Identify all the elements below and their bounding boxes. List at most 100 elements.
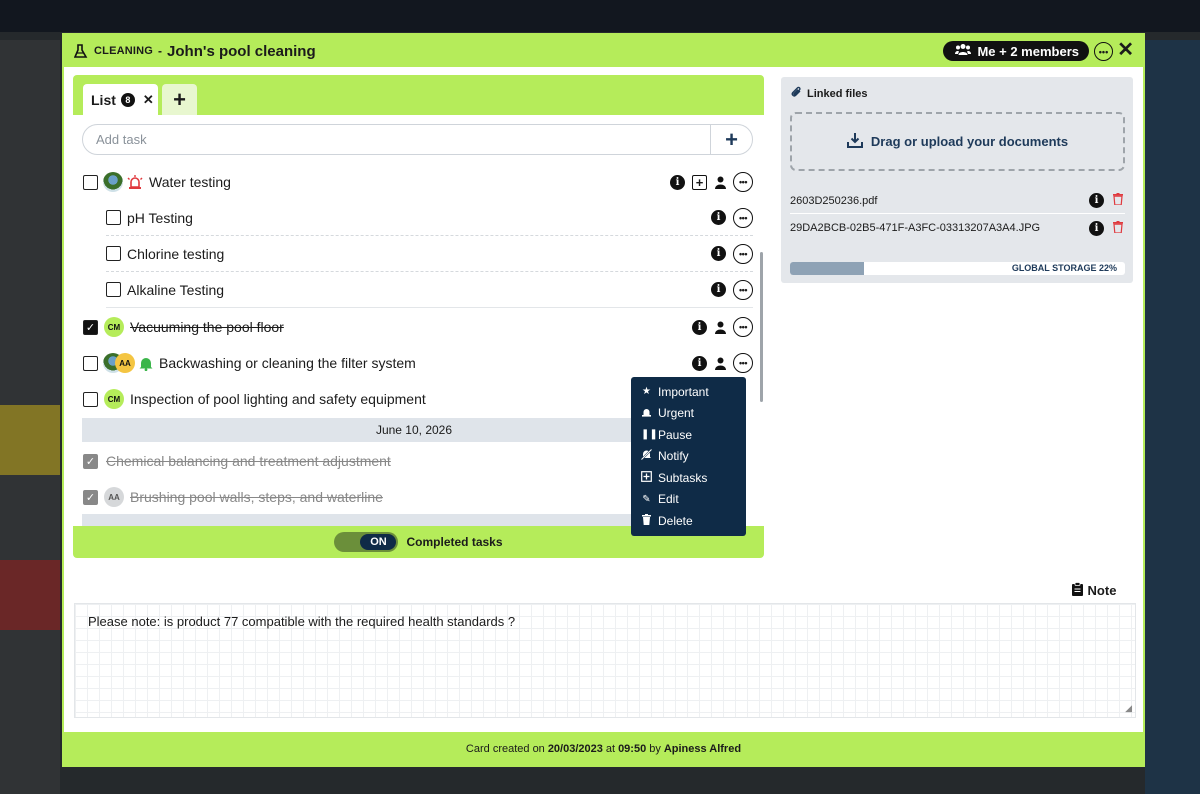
avatar[interactable] — [103, 172, 123, 192]
info-icon[interactable]: i — [711, 246, 726, 261]
completed-tasks-label: Completed tasks — [406, 535, 503, 549]
subtask-checkbox[interactable] — [106, 246, 121, 261]
tab-close-icon[interactable]: ✕ — [143, 92, 154, 108]
task-more-icon[interactable]: ••• — [733, 279, 753, 300]
storage-label: GLOBAL STORAGE 22% — [1011, 263, 1117, 273]
task-checkbox[interactable] — [83, 391, 98, 407]
task-label[interactable]: Water testing — [149, 174, 231, 190]
task-label[interactable]: Backwashing or cleaning the filter syste… — [159, 355, 416, 371]
note-content: Please note: is product 77 compatible wi… — [88, 614, 516, 629]
global-storage-bar: GLOBAL STORAGE 22% — [790, 262, 1125, 275]
subtask-row: Alkaline Testing i ••• — [106, 272, 753, 308]
info-icon[interactable]: i — [1089, 193, 1104, 208]
menu-item-notify[interactable]: Notify — [631, 446, 746, 468]
card-title[interactable]: John's pool cleaning — [167, 43, 316, 60]
members-button[interactable]: Me + 2 members — [943, 41, 1089, 61]
linked-files-title: Linked files — [790, 86, 868, 102]
menu-item-edit[interactable]: ✎ Edit — [631, 489, 746, 511]
footer-date: 20/03/2023 — [547, 742, 603, 755]
avatar[interactable]: AA — [115, 353, 135, 373]
footer-by: by — [649, 742, 661, 755]
members-label: Me + 2 members — [977, 43, 1079, 59]
pause-icon: ❚❚ — [641, 429, 658, 441]
star-icon: ★ — [642, 386, 651, 398]
task-checkbox[interactable] — [83, 355, 98, 371]
resize-handle-icon[interactable]: ◢ — [1125, 703, 1132, 714]
task-checkbox[interactable]: ✓ — [83, 319, 98, 335]
add-list-button[interactable]: + — [162, 84, 197, 115]
add-task-button[interactable]: + — [710, 125, 752, 154]
subtasks-icon[interactable]: + — [692, 174, 707, 190]
info-icon[interactable]: i — [692, 319, 707, 335]
task-more-icon[interactable]: ••• — [733, 172, 753, 192]
file-name[interactable]: 2603D250236.pdf — [790, 195, 877, 207]
subtask-row: Chlorine testing i ••• — [106, 236, 753, 272]
avatar[interactable]: AA — [104, 487, 124, 507]
task-list-scrollbar[interactable] — [760, 252, 763, 402]
menu-item-urgent[interactable]: Urgent — [631, 403, 746, 425]
task-more-icon[interactable]: ••• — [733, 207, 753, 228]
upload-dropzone[interactable]: Drag or upload your documents — [790, 112, 1125, 171]
info-icon[interactable]: i — [692, 355, 707, 371]
file-row: 2603D250236.pdf i — [790, 188, 1125, 214]
tab-list[interactable]: List 8 ✕ — [83, 84, 158, 115]
menu-item-important[interactable]: ★ Important — [631, 381, 746, 403]
assign-user-icon[interactable] — [714, 175, 726, 190]
menu-item-label: Pause — [658, 427, 693, 442]
completed-tasks-toggle[interactable]: ON — [334, 532, 399, 552]
task-actions: i ••• — [711, 279, 753, 300]
assign-user-icon[interactable] — [714, 320, 726, 335]
menu-item-label: Urgent — [658, 406, 695, 421]
menu-item-pause[interactable]: ❚❚ Pause — [631, 424, 746, 446]
task-label[interactable]: Vacuuming the pool floor — [130, 319, 284, 335]
info-icon[interactable]: i — [711, 210, 726, 225]
card-modal: CLEANING - John's pool cleaning Me + 2 m… — [62, 33, 1145, 767]
alarm-icon — [127, 175, 143, 189]
note-tab[interactable]: Note — [1054, 577, 1134, 603]
trash-icon[interactable] — [1113, 193, 1123, 208]
toggle-state: ON — [360, 534, 397, 550]
add-task-input[interactable] — [83, 125, 710, 154]
card-category: CLEANING — [94, 45, 154, 57]
task-more-icon[interactable]: ••• — [733, 243, 753, 264]
task-checkbox[interactable] — [83, 174, 98, 190]
members-icon — [955, 43, 972, 59]
file-actions: i — [1089, 193, 1123, 208]
footer-author: Apiness Alfred — [663, 742, 742, 755]
task-actions: i + ••• — [670, 172, 753, 192]
task-label[interactable]: Chemical balancing and treatment adjustm… — [106, 453, 391, 469]
menu-item-label: Notify — [658, 449, 689, 464]
task-actions: i ••• — [692, 353, 753, 373]
subtask-label[interactable]: pH Testing — [127, 210, 193, 226]
dropzone-label: Drag or upload your documents — [870, 134, 1069, 149]
menu-item-delete[interactable]: Delete — [631, 510, 746, 532]
info-icon[interactable]: i — [711, 282, 726, 297]
close-icon[interactable]: ✕ — [1117, 39, 1134, 61]
trash-icon[interactable] — [1113, 220, 1123, 236]
task-checkbox[interactable]: ✓ — [83, 489, 98, 505]
modal-footer: Card created on 20/03/2023 at 09:50 by A… — [64, 732, 1143, 765]
subtask-label[interactable]: Chlorine testing — [127, 246, 224, 262]
file-name[interactable]: 29DA2BCB-02B5-471F-A3FC-03313207A3A4.JPG — [790, 222, 1040, 234]
task-more-icon[interactable]: ••• — [733, 317, 753, 337]
task-actions: i ••• — [711, 207, 753, 228]
task-checkbox[interactable]: ✓ — [83, 453, 98, 469]
add-task-field: + — [82, 124, 753, 155]
assign-user-icon[interactable] — [714, 356, 726, 371]
task-label[interactable]: Brushing pool walls, steps, and waterlin… — [130, 489, 383, 505]
avatar[interactable]: CM — [104, 317, 124, 337]
subtask-label[interactable]: Alkaline Testing — [127, 282, 224, 298]
task-row: AA Backwashing or cleaning the filter sy… — [73, 345, 753, 381]
menu-item-subtasks[interactable]: Subtasks — [631, 467, 746, 489]
info-icon[interactable]: i — [1089, 220, 1104, 236]
more-options-icon[interactable]: ••• — [1094, 42, 1113, 61]
subtask-checkbox[interactable] — [106, 282, 121, 297]
task-label[interactable]: Inspection of pool lighting and safety e… — [130, 391, 426, 407]
avatar[interactable]: CM — [104, 389, 124, 409]
task-more-icon[interactable]: ••• — [733, 353, 753, 373]
info-icon[interactable]: i — [670, 174, 685, 190]
file-row: 29DA2BCB-02B5-471F-A3FC-03313207A3A4.JPG… — [790, 215, 1125, 241]
paperclip-icon — [790, 86, 803, 102]
subtask-checkbox[interactable] — [106, 210, 121, 225]
note-textarea[interactable]: Please note: is product 77 compatible wi… — [74, 603, 1136, 718]
